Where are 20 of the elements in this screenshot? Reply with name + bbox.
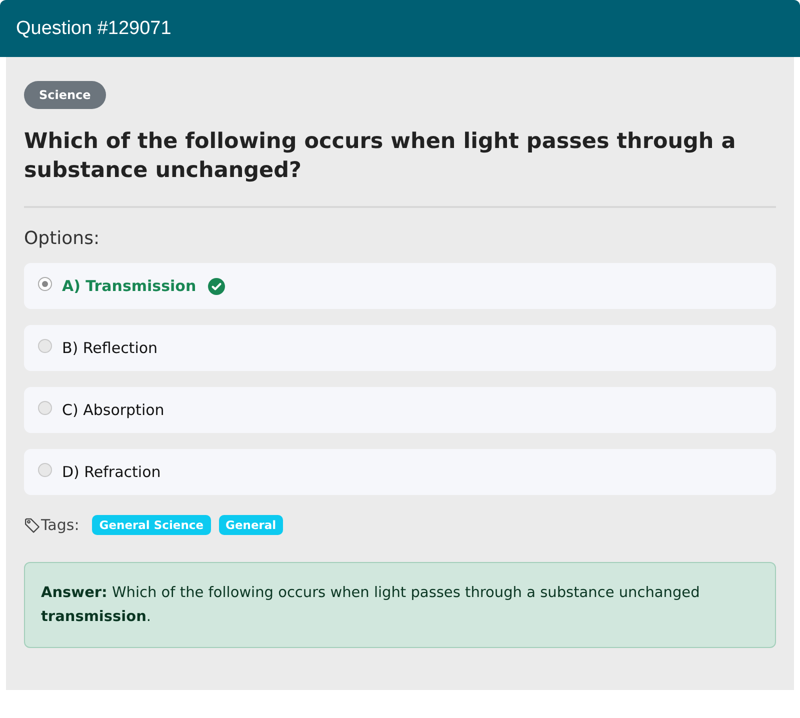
option-item[interactable]: C) Absorption [24,387,776,433]
option-text: A) Transmission [62,277,196,295]
radio-button[interactable] [38,463,52,477]
option-item[interactable]: B) Reflection [24,325,776,371]
option-item[interactable]: A) Transmission [24,263,776,309]
page-title: Question #129071 [16,18,172,40]
tags-label: Tags: [41,516,80,534]
answer-text: Answer: Which of the following occurs when light passes through a substance unchanged transmission. [41,584,701,627]
options-label: Options: [24,228,101,249]
question-text: Which of the following occurs when light passes through a substance unchanged? [24,128,737,185]
check-circle-icon [208,278,226,294]
radio-button[interactable] [38,339,52,353]
option-text: D) Refraction [62,463,161,481]
tag-icon [24,516,41,534]
option-text: B) Reflection [62,339,158,357]
category-badge: Science [24,81,106,109]
radio-button[interactable] [38,277,52,291]
option-item[interactable]: D) Refraction [24,449,776,495]
radio-button[interactable] [38,401,52,415]
option-text: C) Absorption [62,401,164,419]
